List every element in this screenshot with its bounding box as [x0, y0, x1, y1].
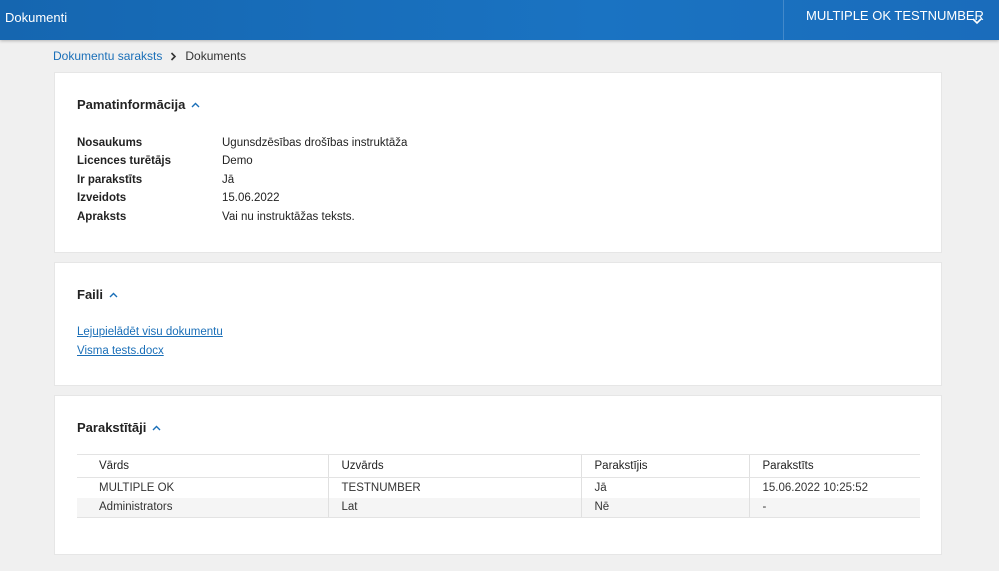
- table-header-row: Vārds Uzvārds Parakstījis Parakstīts: [77, 454, 920, 478]
- column-header-last-name[interactable]: Uzvārds: [327, 454, 581, 478]
- info-label-name: Nosaukums: [77, 137, 143, 149]
- signers-section-toggle[interactable]: Parakstītāji: [77, 420, 161, 435]
- basic-info-section-toggle[interactable]: Pamatinformācija: [77, 97, 200, 112]
- info-value-is-signed: Jā: [222, 174, 235, 186]
- cell-first-name: MULTIPLE OK: [99, 481, 175, 494]
- column-header-signed-at[interactable]: Parakstīts: [748, 454, 920, 478]
- user-name: MULTIPLE OK TESTNUMBER: [806, 8, 984, 23]
- chevron-up-icon: [152, 425, 161, 431]
- signers-card: Parakstītāji Vārds Uzvārds Parakstījis P…: [54, 395, 942, 555]
- section-title: Pamatinformācija: [77, 97, 186, 112]
- cell-signed-at: -: [748, 497, 920, 518]
- section-title: Faili: [77, 287, 104, 302]
- info-label-description: Apraksts: [77, 211, 127, 223]
- breadcrumb-link-document-list[interactable]: Dokumentu saraksts: [53, 49, 162, 63]
- section-title: Parakstītāji: [77, 420, 147, 435]
- files-card: Faili Lejupielādēt visu dokumentu Visma …: [54, 262, 942, 386]
- file-link[interactable]: Visma tests.docx: [77, 345, 164, 357]
- breadcrumb-current: Dokuments: [185, 49, 247, 63]
- breadcrumb: Dokumentu saraksts Dokuments: [53, 49, 246, 63]
- info-value-created: 15.06.2022: [222, 192, 280, 204]
- table-row[interactable]: Administrators Lat Nē -: [77, 497, 920, 518]
- user-menu[interactable]: MULTIPLE OK TESTNUMBER: [783, 0, 999, 40]
- table-row[interactable]: MULTIPLE OK TESTNUMBER Jā 15.06.2022 10:…: [77, 477, 920, 498]
- app-title: Dokumenti: [5, 10, 68, 25]
- cell-last-name: TESTNUMBER: [327, 477, 581, 498]
- cell-signed-at: 15.06.2022 10:25:52: [748, 477, 920, 498]
- cell-last-name: Lat: [327, 497, 581, 518]
- download-all-link[interactable]: Lejupielādēt visu dokumentu: [77, 326, 223, 338]
- chevron-down-icon: [972, 14, 982, 28]
- info-value-name: Ugunsdzēsības drošības instruktāža: [222, 137, 408, 149]
- column-header-has-signed[interactable]: Parakstījis: [580, 454, 749, 478]
- info-value-description: Vai nu instruktāžas teksts.: [222, 211, 355, 223]
- info-label-created: Izveidots: [77, 192, 127, 204]
- top-bar: Dokumenti MULTIPLE OK TESTNUMBER: [0, 0, 999, 40]
- signers-table: Vārds Uzvārds Parakstījis Parakstīts MUL…: [77, 454, 920, 518]
- chevron-up-icon: [191, 102, 200, 108]
- chevron-right-icon: [170, 51, 177, 61]
- chevron-up-icon: [109, 292, 118, 298]
- files-section-toggle[interactable]: Faili: [77, 287, 118, 302]
- info-label-is-signed: Ir parakstīts: [77, 174, 143, 186]
- cell-first-name: Administrators: [77, 497, 328, 518]
- column-header-first-name[interactable]: Vārds: [77, 454, 328, 478]
- cell-has-signed: Nē: [580, 497, 749, 518]
- basic-info-card: Pamatinformācija Nosaukums Ugunsdzēsības…: [54, 72, 942, 253]
- info-label-license-holder: Licences turētājs: [77, 155, 171, 167]
- info-value-license-holder: Demo: [222, 155, 253, 167]
- cell-has-signed: Jā: [580, 477, 749, 498]
